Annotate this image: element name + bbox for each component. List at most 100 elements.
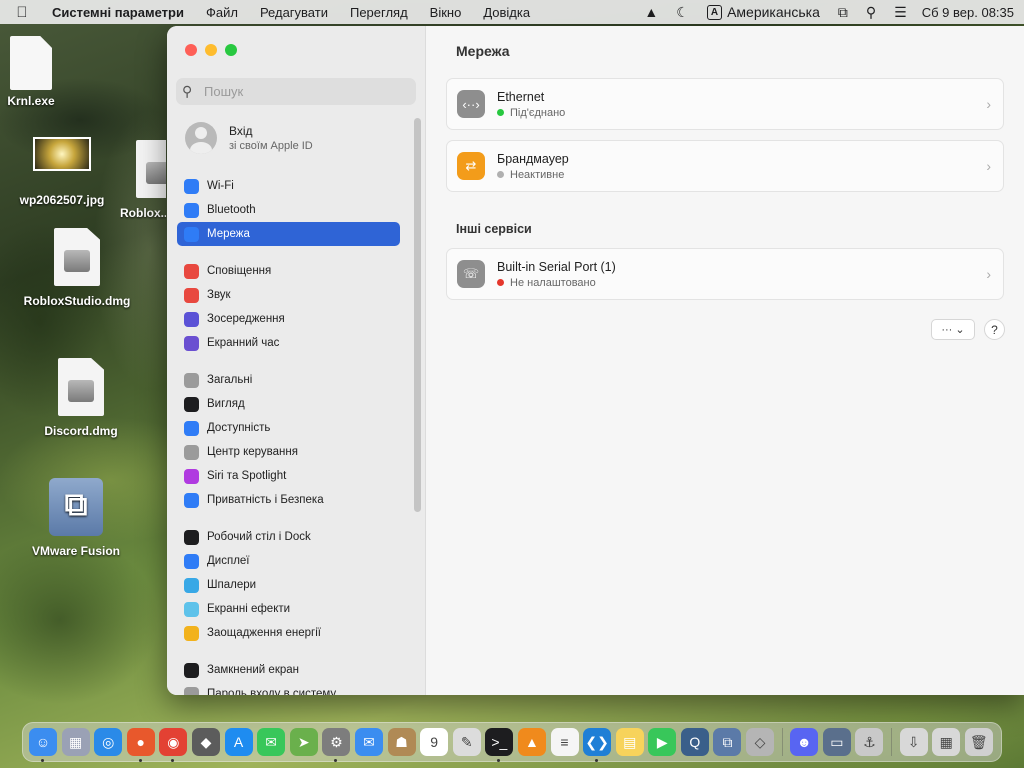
sidebar-item[interactable]: Приватність і Безпека [177, 488, 400, 512]
dock-glyph: ◉ [167, 733, 180, 750]
service-ethernet[interactable]: ‹··› Ethernet Під'єднано › [446, 78, 1004, 130]
minimize-window-button[interactable] [205, 44, 217, 56]
menu-window[interactable]: Вікно [419, 5, 473, 20]
desktop-icon-discord-dmg[interactable]: Discord.dmg [30, 358, 132, 438]
disk-utility-icon[interactable]: ◇ [746, 728, 775, 756]
finder-icon[interactable]: ☺ [29, 728, 57, 762]
hourglass-icon [184, 335, 199, 351]
sidebar-item[interactable]: Вигляд [177, 392, 400, 416]
sidebar-item[interactable]: Робочий стіл і Dock [177, 525, 400, 549]
input-source-menu[interactable]: A Американська [698, 4, 829, 20]
sidebar-item[interactable]: Звук [177, 283, 400, 307]
sidebar-item[interactable]: Siri та Spotlight [177, 464, 400, 488]
sidebar-item[interactable]: Мережа [177, 222, 400, 246]
sidebar-item[interactable]: Wi-Fi [177, 174, 400, 198]
firefox-icon[interactable]: ● [126, 728, 155, 762]
system-settings-icon[interactable]: ⚙ [322, 728, 351, 762]
menu-view[interactable]: Перегляд [339, 5, 419, 20]
safari-icon[interactable]: ◎ [94, 728, 123, 756]
dock-separator [781, 728, 783, 756]
menu-file[interactable]: Файл [195, 5, 249, 20]
sidebar-item[interactable]: Екранний час [177, 331, 400, 355]
gear-icon [184, 372, 199, 388]
screen-mirroring-icon[interactable]: ⧉ [829, 4, 857, 21]
maps-icon[interactable]: ➤ [289, 728, 318, 756]
desktop-icon-krnl[interactable]: Krnl.exe [4, 36, 58, 108]
menu-app-name[interactable]: Системні параметри [44, 5, 195, 20]
launchpad-icon[interactable]: ▦ [61, 728, 90, 756]
search-field[interactable]: ⚲ [176, 78, 416, 105]
desktop-icon-wallpaper-jpg[interactable]: wp2062507.jpg [8, 137, 116, 207]
spotlight-search-icon[interactable]: ⚲ [857, 4, 885, 21]
vmware-icon[interactable]: ⧉ [713, 728, 742, 756]
trash-icon[interactable]: 🗑 [964, 728, 993, 756]
textedit-icon[interactable]: ✎ [452, 728, 481, 756]
menu-help[interactable]: Довідка [472, 5, 541, 20]
sidebar-item[interactable]: Доступність [177, 416, 400, 440]
notes-icon[interactable]: ▤ [615, 728, 644, 756]
service-firewall[interactable]: ⇄ Брандмауер Неактивне › [446, 140, 1004, 192]
dock-glyph: ⚓ [863, 733, 876, 750]
input-source-label: Американська [727, 4, 820, 20]
screenshot-icon[interactable]: ▭ [822, 728, 851, 756]
messages-icon[interactable]: ✉ [257, 728, 286, 756]
discord-icon[interactable]: ☻ [790, 728, 819, 756]
more-actions-button[interactable]: ··· ⌄ [931, 319, 975, 340]
sidebar-item[interactable]: Пароль входу в систему [177, 682, 400, 695]
documents-icon[interactable]: ▦ [932, 728, 961, 756]
downloads-icon[interactable]: ⇩ [899, 728, 928, 756]
reminders-icon[interactable]: ≡ [550, 728, 579, 756]
zoom-window-button[interactable] [225, 44, 237, 56]
dock-glyph: ❮❯ [585, 733, 609, 750]
page-title: Мережа [456, 43, 510, 59]
sidebar-scrollbar[interactable] [414, 118, 421, 512]
desktop-icon-robloxstudio[interactable]: RobloxStudio.dmg [14, 228, 140, 308]
dock-glyph: ▦ [939, 733, 953, 750]
sidebar-item[interactable]: Дисплеї [177, 549, 400, 573]
sidebar-item[interactable]: Bluetooth [177, 198, 400, 222]
sidebar-item[interactable]: Шпалери [177, 573, 400, 597]
sidebar-item[interactable]: Загальні [177, 368, 400, 392]
quicktime-icon[interactable]: Q [680, 728, 709, 756]
terminal-icon[interactable]: >_ [485, 728, 514, 762]
vscode-icon[interactable]: ❮❯ [583, 728, 612, 762]
apple-id-signin[interactable]: Вхід зі своїм Apple ID [185, 122, 313, 154]
chrome-icon[interactable]: ◉ [159, 728, 188, 762]
sidebar-item[interactable]: Центр керування [177, 440, 400, 464]
sidebar-item[interactable]: Зосередження [177, 307, 400, 331]
apple-menu-icon[interactable]:  [0, 4, 44, 21]
desktop-icon-vmware[interactable]: VMware Fusion [22, 478, 130, 558]
sidebar-item[interactable]: Замкнений екран [177, 658, 400, 682]
focus-moon-icon[interactable]: ☾ [667, 4, 698, 21]
menu-edit[interactable]: Редагувати [249, 5, 339, 20]
sidebar-item-label: Дисплеї [207, 555, 250, 567]
help-button[interactable]: ? [984, 319, 1005, 340]
menubar-clock[interactable]: Сб 9 вер. 08:35 [916, 5, 1024, 20]
facetime-icon[interactable]: ▶ [648, 728, 677, 756]
preview-icon[interactable]: ⚓ [855, 728, 884, 756]
close-window-button[interactable] [185, 44, 197, 56]
disk-image-icon [136, 140, 166, 198]
dock-glyph: Q [689, 734, 701, 750]
vlc-status-icon[interactable]: ▲ [635, 4, 667, 20]
search-input[interactable] [204, 84, 404, 99]
control-center-icon[interactable]: ☰ [885, 4, 916, 21]
contacts-icon[interactable]: ☗ [387, 728, 416, 756]
sidebar-item[interactable]: Екранні ефекти [177, 597, 400, 621]
roblox-icon[interactable]: ◆ [191, 728, 220, 756]
calendar-icon[interactable]: 9 [420, 728, 449, 756]
app-store-icon[interactable]: A [224, 728, 253, 756]
desktop-icon-roblox[interactable]: Roblox... [120, 140, 166, 220]
chevron-right-icon: › [986, 96, 991, 112]
sidebar-item-label: Вигляд [207, 398, 245, 410]
sidebar-item-label: Приватність і Безпека [207, 494, 324, 506]
mail-icon[interactable]: ✉ [354, 728, 383, 756]
chevron-right-icon: › [986, 158, 991, 174]
desktop-icon-label: VMware Fusion [31, 544, 120, 558]
dock-glyph: >_ [491, 734, 508, 750]
dock-glyph: ◎ [102, 733, 115, 750]
sidebar-item[interactable]: Заощадження енергії [177, 621, 400, 645]
sidebar-item[interactable]: Сповіщення [177, 259, 400, 283]
service-serial-port[interactable]: ☏ Built-in Serial Port (1) Не налаштован… [446, 248, 1004, 300]
vlc-icon[interactable]: ▲ [517, 728, 546, 756]
